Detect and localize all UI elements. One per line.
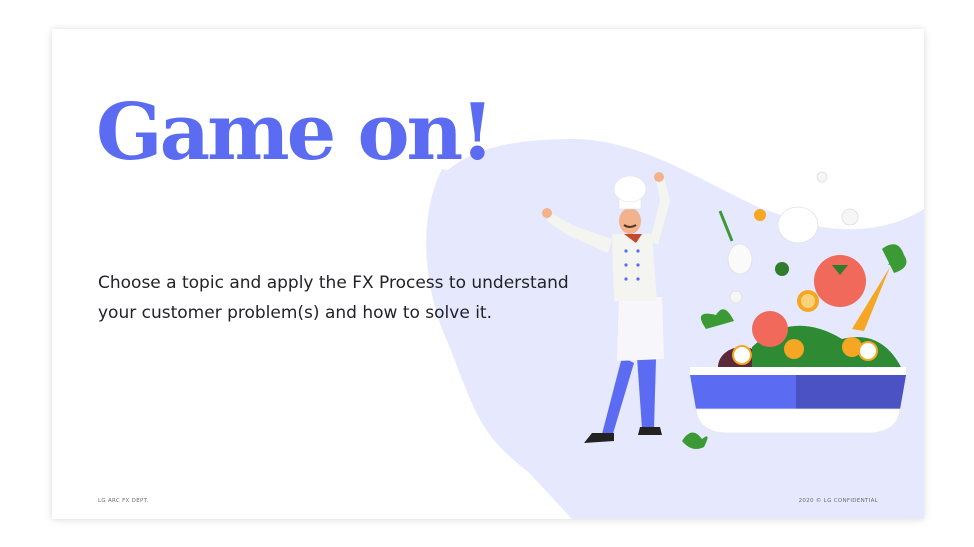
presentation-slide: Game on! Choose a topic and apply the FX… (52, 29, 924, 519)
background-blob (429, 139, 924, 519)
footer-confidential: 2020 © LG CONFIDENTIAL (798, 498, 878, 504)
footer-department: LG ARC FX DEPT. (98, 498, 149, 504)
slide-title: Game on! (96, 87, 494, 178)
slide-body-text: Choose a topic and apply the FX Process … (98, 273, 569, 323)
